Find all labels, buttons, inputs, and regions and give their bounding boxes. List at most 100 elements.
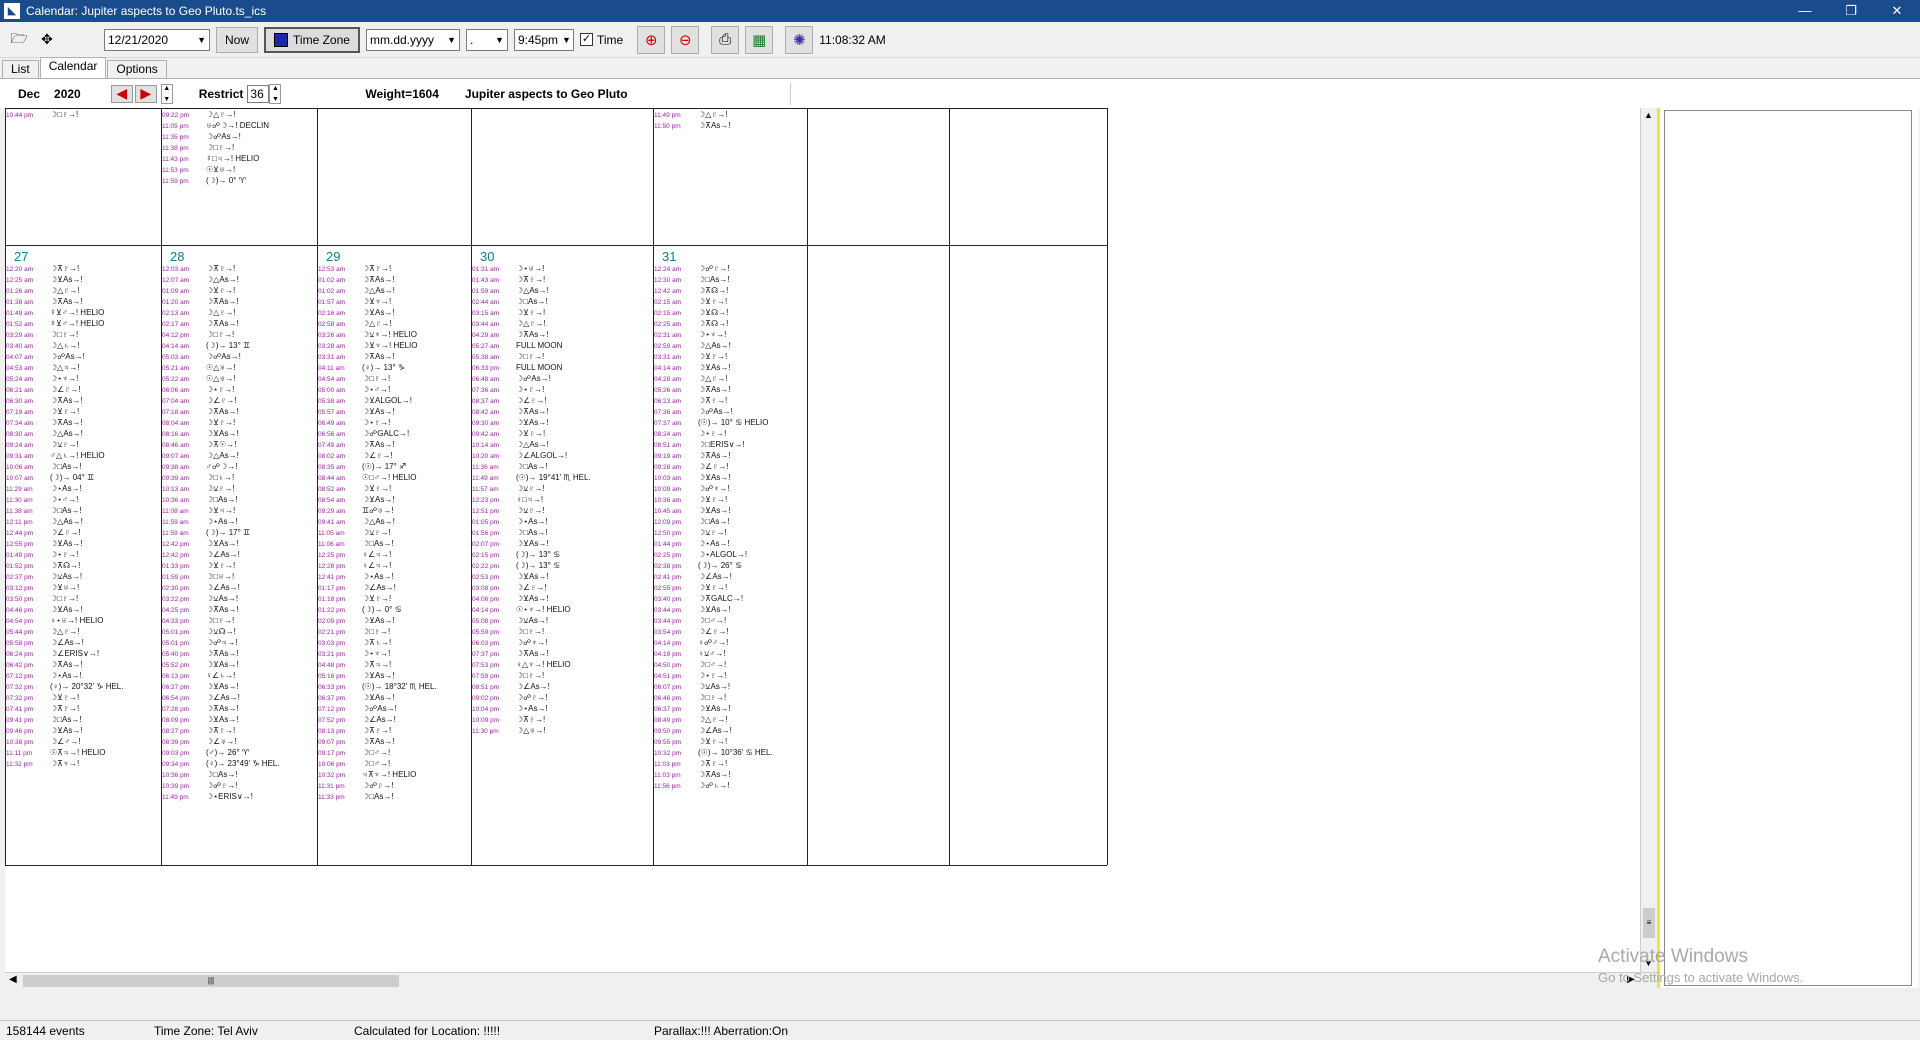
event-item[interactable]: 02:15 am ☽⊻☊→! xyxy=(654,307,728,318)
event-item[interactable]: 04:51 pm ☽⋆♇→! xyxy=(654,670,726,681)
event-item[interactable]: 11:30 pm ☽△♅→! xyxy=(472,725,546,736)
event-item[interactable]: 02:15 am ☽⊻♇→! xyxy=(654,296,727,307)
time-checkbox[interactable]: ✓ Time xyxy=(580,33,623,47)
event-item[interactable]: 09:34 pm (♀)→ 23°49' ♑ HEL. xyxy=(162,758,279,769)
event-item[interactable]: 08:02 am ☽∠♇→! xyxy=(318,450,393,461)
event-item[interactable]: 02:38 pm (☽)→ 26° ♋ xyxy=(654,560,742,571)
event-item[interactable]: 06:46 pm ☽□♇→! xyxy=(654,692,726,703)
event-item[interactable]: 09:41 pm ☽□As→! xyxy=(6,714,82,725)
event-item[interactable]: 10:36 pm ☽□As→! xyxy=(162,769,238,780)
event-item[interactable]: 11:08 am ☽⊻♃→! xyxy=(162,505,235,516)
event-item[interactable]: 06:33 pm FULL MOON xyxy=(472,362,562,373)
event-item[interactable]: 09:07 am ☽△As→! xyxy=(162,450,239,461)
event-item[interactable]: 04:25 pm ☽⊼As→! xyxy=(162,604,239,615)
event-item[interactable]: 11:32 pm ☽⊼♆→! xyxy=(6,758,79,769)
event-item[interactable]: 03:44 pm ☽□♂→! xyxy=(654,615,726,626)
event-item[interactable]: 07:18 am ☽⊼As→! xyxy=(162,406,239,417)
event-item[interactable]: 12:24 am ☽☍♇→! xyxy=(654,263,730,274)
event-item[interactable]: 11:49 am (☉)→ 19°41' ♏ HEL. xyxy=(472,472,591,483)
event-item[interactable]: 09:22 pm ☽△♇→! xyxy=(162,109,236,120)
event-item[interactable]: 05:44 pm ☽△♇→! xyxy=(6,626,80,637)
event-item[interactable]: 02:58 am ☽△♇→! xyxy=(318,318,392,329)
event-item[interactable]: 08:52 am ☽⊻♇→! xyxy=(318,483,391,494)
event-item[interactable]: 10:09 pm ☽⊼♇→! xyxy=(472,714,545,725)
spin-up-icon[interactable]: ▲ xyxy=(270,85,280,92)
event-item[interactable]: 08:51 pm ☽∠As→! xyxy=(472,681,550,692)
event-item[interactable]: 05:52 pm ☽⊻As→! xyxy=(162,659,239,670)
event-item[interactable]: 07:37 pm ☽⊼As→! xyxy=(472,648,549,659)
event-item[interactable]: 01:09 am ☽⊻♇→! xyxy=(162,285,235,296)
restrict-input[interactable]: 36 xyxy=(247,84,270,103)
day-cell[interactable] xyxy=(318,109,471,244)
event-item[interactable]: 10:32 pm ♃⊼♆→! HELIO xyxy=(318,769,416,780)
event-item[interactable]: 05:16 pm ☽⊻As→! xyxy=(318,670,395,681)
event-item[interactable]: 07:34 am ☽⊼As→! xyxy=(6,417,83,428)
event-item[interactable]: 02:09 pm ☽⊻As→! xyxy=(318,615,395,626)
event-item[interactable]: 06:42 pm ☽⊼As→! xyxy=(6,659,83,670)
event-item[interactable]: 05:38 am ☽□♇→! xyxy=(472,351,544,362)
event-item[interactable]: 11:49 pm ☽⋆ERIS∨→! xyxy=(162,791,253,802)
event-item[interactable]: 11:03 pm ☽⊼♇→! xyxy=(654,758,727,769)
event-item[interactable]: 07:36 am ☽☍As→! xyxy=(654,406,733,417)
event-item[interactable]: 03:21 pm ☽⋆♆→! xyxy=(318,648,390,659)
event-item[interactable]: 09:50 pm ☽∠As→! xyxy=(654,725,732,736)
spin-down-icon[interactable]: ▼ xyxy=(270,96,280,103)
event-item[interactable]: 03:29 am ☽□♇→! xyxy=(6,329,78,340)
event-item[interactable]: 11:06 am ☽□As→! xyxy=(318,538,394,549)
event-item[interactable]: 04:14 am ☽⊻As→! xyxy=(654,362,731,373)
event-item[interactable]: 12:03 am ☽⊼♇→! xyxy=(162,263,235,274)
event-item[interactable]: 01:57 am ☽⊻♆→! xyxy=(318,296,391,307)
event-item[interactable]: 07:49 am ☽⊼As→! xyxy=(318,439,395,450)
event-item[interactable]: 07:32 pm ☽⊻♇→! xyxy=(6,692,79,703)
event-item[interactable]: 05:03 am ☽☍As→! xyxy=(162,351,241,362)
event-item[interactable]: 07:59 pm ☽□♇→! xyxy=(472,670,544,681)
event-item[interactable]: 03:03 pm ☽⊼♄→! xyxy=(318,637,391,648)
excel-icon[interactable]: ▦ xyxy=(745,25,774,54)
zoom-in-icon[interactable]: ⊕ xyxy=(637,25,666,54)
event-item[interactable]: 01:52 pm ☽⊼☊→! xyxy=(6,560,80,571)
event-item[interactable]: 01:20 am ☽⊼As→! xyxy=(162,296,239,307)
event-item[interactable]: 05:40 pm ☽⊼As→! xyxy=(162,648,239,659)
event-item[interactable]: 04:14 pm ☉⋆♆→! HELIO xyxy=(472,604,571,615)
event-item[interactable]: 10:13 am ☽⚺♇→! xyxy=(162,483,235,494)
event-item[interactable]: 08:35 am (☉)→ 17° ♐ xyxy=(318,461,406,472)
event-item[interactable]: 01:44 pm ☽⋆As→! xyxy=(654,538,730,549)
event-item[interactable]: 12:42 am ☽⊼☊→! xyxy=(654,285,728,296)
scroll-up-icon[interactable]: ▲ xyxy=(1644,110,1653,120)
event-item[interactable]: 02:37 pm ☽⚺As→! xyxy=(6,571,82,582)
event-item[interactable]: 05:27 am FULL MOON xyxy=(472,340,562,351)
vertical-scroll-thumb[interactable]: ≡ xyxy=(1643,908,1655,938)
event-item[interactable]: 04:06 pm ☽⊻As→! xyxy=(472,593,549,604)
event-item[interactable]: 07:52 pm ☽∠As→! xyxy=(318,714,396,725)
event-item[interactable]: 08:37 am ☽∠♇→! xyxy=(472,395,547,406)
event-item[interactable]: 01:22 pm (☽)→ 0° ♋ xyxy=(318,604,402,615)
event-item[interactable]: 01:43 am ☽⊼♇→! xyxy=(472,274,545,285)
event-item[interactable]: 05:22 am ☉△♅→! xyxy=(162,373,236,384)
event-item[interactable]: 12:09 pm ☽□As→! xyxy=(654,516,730,527)
event-item[interactable]: 12:42 pm ☽⊻As→! xyxy=(162,538,239,549)
event-item[interactable]: 11:49 pm ☽△♇→! xyxy=(654,109,728,120)
event-item[interactable]: 02:25 am ☽⊼☊→! xyxy=(654,318,728,329)
event-item[interactable]: 12:20 am ☽⊼♇→! xyxy=(6,263,79,274)
event-item[interactable]: 06:21 am ☽∠♇→! xyxy=(6,384,81,395)
close-button[interactable]: ✕ xyxy=(1874,0,1920,22)
day-cell[interactable]: 27 12:20 am ☽⊼♇→! 12:25 am ☽⊻As→! 01:26 am ☽△♇… xyxy=(6,247,161,864)
event-item[interactable]: 05:01 pm ☽☍♃→! xyxy=(162,637,238,648)
event-item[interactable]: 05:38 am ☽⊻ALGOL→! xyxy=(318,395,412,406)
event-item[interactable]: 10:03 am ☽⊻As→! xyxy=(654,472,731,483)
event-item[interactable]: 09:24 am ☽⚺♇→! xyxy=(6,439,79,450)
event-item[interactable]: 08:16 am ☽⊻As→! xyxy=(162,428,239,439)
event-item[interactable]: 12:23 pm ♀□♃→! xyxy=(472,494,543,505)
event-item[interactable]: 10:36 am ☽□As→! xyxy=(162,494,238,505)
event-item[interactable]: 09:17 pm ☽□♂→! xyxy=(318,747,390,758)
event-item[interactable]: 10:44 pm ☽□♇→! xyxy=(6,109,78,120)
event-item[interactable]: 01:05 pm ☽⋆As→! xyxy=(472,516,548,527)
day-cell[interactable]: 09:22 pm ☽△♇→! 11:05 pm ♅☍☽→! DECLIN 11:35 p… xyxy=(162,109,317,244)
event-item[interactable]: 04:12 pm ☽□♇→! xyxy=(162,329,234,340)
day-cell[interactable] xyxy=(808,247,949,864)
event-item[interactable]: 02:17 am ☽⊼As→! xyxy=(162,318,239,329)
event-item[interactable]: 04:33 pm ☽□♇→! xyxy=(162,615,234,626)
day-cell[interactable]: 31 12:24 am ☽☍♇→! 12:30 am ☽□As→! 12:42 am ☽⊼☊… xyxy=(654,247,807,864)
event-item[interactable]: 09:46 pm ☽⊻As→! xyxy=(6,725,83,736)
event-item[interactable]: 04:11 am (♀)→ 13° ♑ xyxy=(318,362,405,373)
